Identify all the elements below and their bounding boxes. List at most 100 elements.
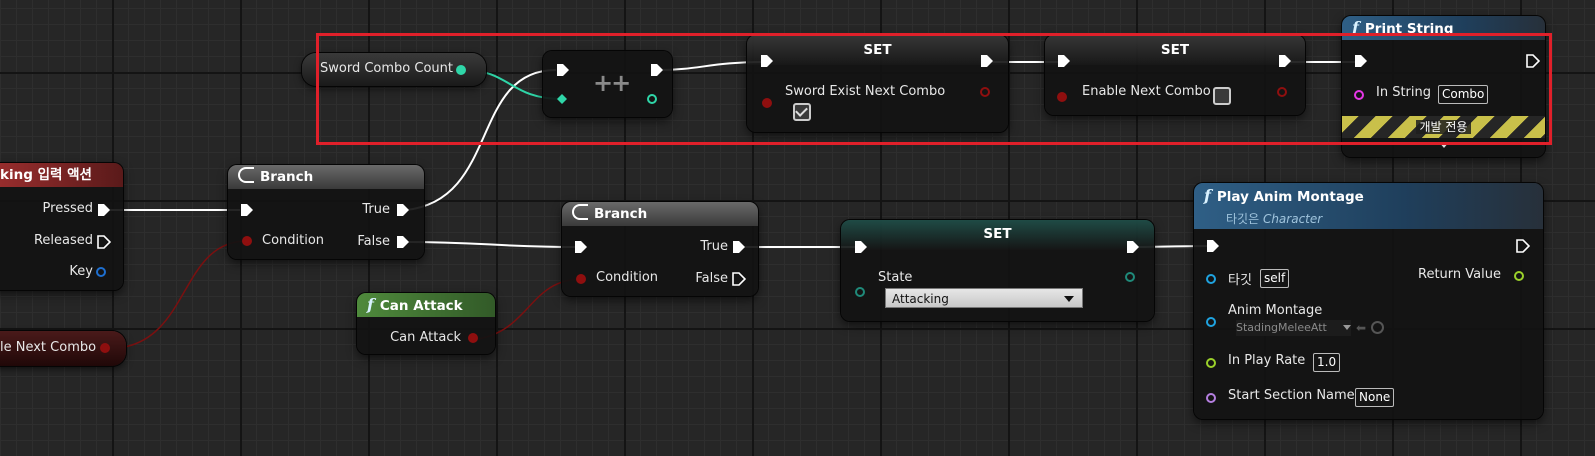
bool-wire — [117, 240, 247, 349]
function-icon: f — [1204, 186, 1211, 205]
dropdown-arrow-icon[interactable] — [1343, 325, 1351, 330]
branch-icon — [238, 167, 254, 183]
exec-in-pin[interactable] — [574, 240, 588, 254]
exec-in-pin[interactable] — [854, 240, 868, 254]
exec-out-pin[interactable] — [1526, 54, 1540, 68]
target-label: 타깃 — [1228, 273, 1252, 288]
enable-next-combo-label: le Next Combo — [0, 340, 97, 355]
play-anim-subtitle-prefix: 타깃은 — [1226, 212, 1263, 226]
set-state-node[interactable]: SET State Attacking — [841, 220, 1154, 321]
exec-in-pin[interactable] — [760, 54, 774, 68]
exec-in-pin[interactable] — [1057, 54, 1071, 68]
exec-out-pin[interactable] — [1278, 54, 1292, 68]
int-in-pin[interactable] — [557, 94, 567, 104]
can-attack-title: Can Attack — [379, 298, 463, 314]
branch-node-1[interactable]: Branch Condition True False — [228, 165, 424, 259]
chevron-down-icon — [1064, 296, 1074, 302]
enable-next-combo-checkbox[interactable] — [1213, 87, 1231, 105]
in-play-rate-label: In Play Rate — [1228, 353, 1306, 368]
exec-out-pin[interactable] — [1126, 240, 1140, 254]
play-anim-subtitle-class: Character — [1262, 212, 1323, 226]
use-selected-arrow-icon[interactable]: ⬅ — [1356, 322, 1366, 334]
anim-montage-label: Anim Montage — [1228, 303, 1323, 318]
set-sword-exist-next-combo-node[interactable]: SET Sword Exist Next Combo — [747, 35, 1008, 132]
target-self-field[interactable]: self — [1260, 269, 1290, 288]
set-state-title: SET — [841, 220, 1154, 250]
key-struct-pin[interactable] — [96, 267, 106, 277]
state-label: State — [878, 270, 913, 285]
branch-icon — [572, 204, 588, 220]
exec-out-pin[interactable] — [650, 63, 664, 77]
can-attack-pin-label: Can Attack — [390, 330, 461, 345]
exec-false-pin[interactable] — [396, 235, 410, 249]
string-in-pin[interactable] — [1354, 90, 1364, 100]
branch-node-2[interactable]: Branch Condition True False — [562, 202, 758, 296]
function-icon: f — [367, 295, 374, 314]
exec-in-pin[interactable] — [556, 63, 570, 77]
can-attack-node[interactable]: f Can Attack Can Attack — [357, 293, 495, 354]
anim-montage-pin[interactable] — [1206, 317, 1216, 327]
set2-pin-label: Enable Next Combo — [1082, 84, 1211, 99]
exec-false-pin[interactable] — [732, 272, 746, 286]
exec-out-pressed-pin[interactable] — [97, 203, 111, 217]
return-value-label: Return Value — [1418, 267, 1501, 282]
return-value-pin[interactable] — [1514, 271, 1524, 281]
branch1-condition-label: Condition — [262, 233, 325, 248]
exec-out-released-pin[interactable] — [97, 235, 111, 249]
state-dropdown[interactable]: Attacking — [885, 288, 1083, 308]
condition-pin[interactable] — [242, 236, 252, 246]
can-attack-out-pin[interactable] — [468, 333, 478, 343]
bool-in-pin[interactable] — [1057, 92, 1067, 102]
input-action-node[interactable]: king 입력 액션 Pressed Released Key — [0, 163, 123, 290]
print-string-title: Print String — [1364, 21, 1454, 37]
set-enable-next-combo-node[interactable]: SET Enable Next Combo — [1045, 35, 1305, 115]
start-section-name-label: Start Section Name — [1228, 388, 1355, 403]
development-only-banner: 개발 전용 — [1342, 116, 1545, 138]
branch2-condition-label: Condition — [596, 270, 659, 285]
condition-pin[interactable] — [576, 274, 586, 284]
increment-symbol: ++ — [593, 69, 631, 97]
branch1-true-label: True — [362, 202, 390, 217]
start-section-name-field[interactable]: None — [1355, 388, 1395, 407]
exec-true-pin[interactable] — [396, 203, 410, 217]
set2-title: SET — [1045, 35, 1305, 65]
browse-search-icon[interactable] — [1371, 321, 1384, 334]
exec-wire — [405, 69, 557, 211]
exec-wire — [405, 241, 581, 248]
anim-montage-value: StadingMeleeAtt — [1236, 321, 1327, 334]
function-icon: f — [1352, 18, 1359, 37]
exec-in-pin[interactable] — [1206, 239, 1220, 253]
in-play-rate-field[interactable]: 1.0 — [1313, 353, 1341, 372]
bool-out-pin[interactable] — [1277, 87, 1287, 97]
exec-in-pin[interactable] — [1354, 54, 1368, 68]
exec-true-pin[interactable] — [732, 240, 746, 254]
enum-out-pin[interactable] — [1125, 272, 1135, 282]
pin-label-released: Released — [33, 233, 93, 248]
enum-in-pin[interactable] — [855, 287, 865, 297]
anim-montage-asset-dropdown[interactable]: StadingMeleeAtt — [1236, 320, 1351, 336]
exec-out-pin[interactable] — [1516, 239, 1530, 253]
enable-next-combo-getter[interactable]: le Next Combo — [0, 331, 126, 366]
dropdown-chevron-icon[interactable] — [1439, 142, 1449, 148]
bool-out-pin[interactable] — [980, 87, 990, 97]
int-out-pin[interactable] — [647, 94, 657, 104]
branch1-title: Branch — [260, 169, 314, 185]
play-rate-float-pin[interactable] — [1206, 358, 1216, 368]
start-section-name-pin[interactable] — [1206, 393, 1216, 403]
in-string-field[interactable]: Combo — [1438, 85, 1489, 104]
state-dropdown-value: Attacking — [892, 292, 949, 306]
branch2-title: Branch — [594, 206, 648, 222]
branch2-true-label: True — [700, 239, 728, 254]
target-object-pin[interactable] — [1206, 274, 1216, 284]
exec-in-pin[interactable] — [240, 203, 254, 217]
bool-out-pin[interactable] — [100, 343, 110, 353]
sword-exist-next-combo-checkbox[interactable] — [793, 103, 811, 121]
branch2-false-label: False — [695, 271, 728, 286]
bool-in-pin[interactable] — [762, 98, 772, 108]
int-out-pin[interactable] — [456, 65, 466, 75]
exec-out-pin[interactable] — [980, 54, 994, 68]
increment-node[interactable]: ++ — [543, 51, 672, 117]
play-anim-montage-node[interactable]: f Play Anim Montage 타깃은 Character 타깃 self… — [1194, 183, 1543, 419]
play-anim-title: Play Anim Montage — [1216, 189, 1364, 205]
sword-combo-count-getter[interactable]: Sword Combo Count — [302, 53, 486, 86]
